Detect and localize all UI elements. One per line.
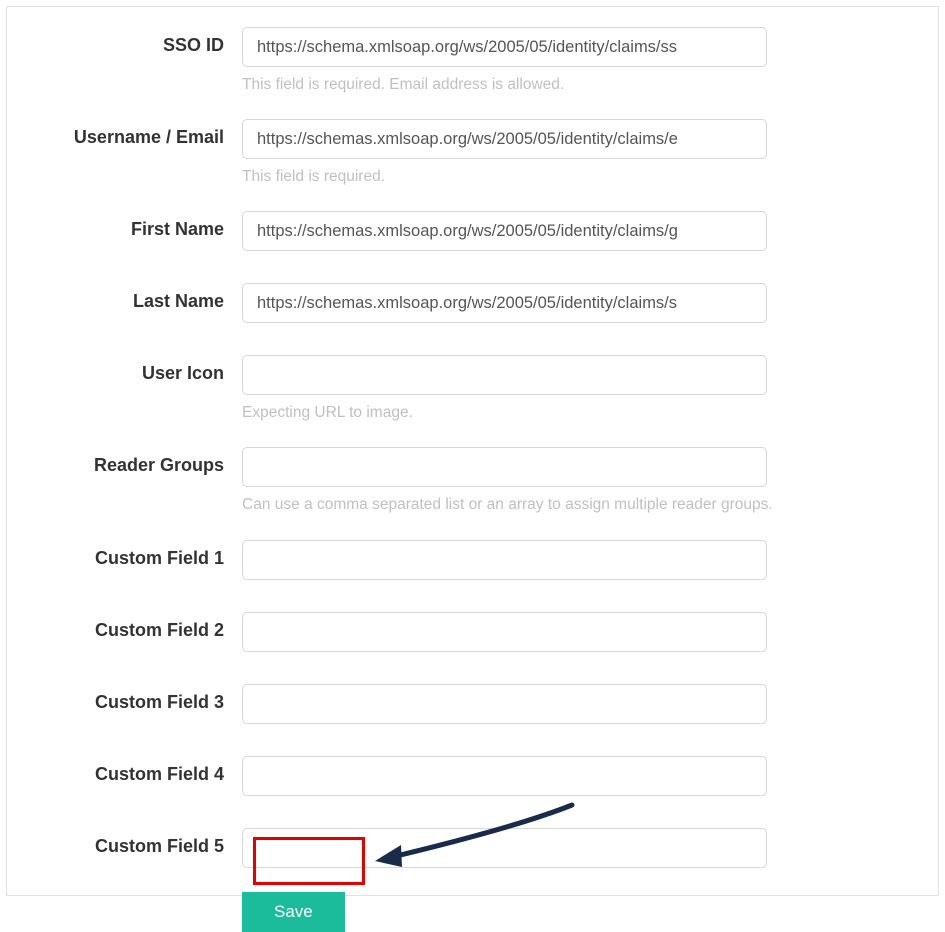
input-custom3[interactable] — [242, 684, 767, 724]
row-custom3: Custom Field 3 — [7, 684, 938, 724]
form-panel: SSO ID This field is required. Email add… — [6, 6, 939, 896]
label-custom3: Custom Field 3 — [7, 684, 242, 713]
row-first-name: First Name — [7, 211, 938, 251]
input-reader-groups[interactable] — [242, 447, 767, 487]
input-username[interactable] — [242, 119, 767, 159]
input-user-icon[interactable] — [242, 355, 767, 395]
save-button[interactable]: Save — [242, 892, 345, 932]
input-custom4[interactable] — [242, 756, 767, 796]
row-reader-groups: Reader Groups Can use a comma separated … — [7, 447, 938, 515]
row-custom2: Custom Field 2 — [7, 612, 938, 652]
label-custom1: Custom Field 1 — [7, 540, 242, 569]
row-user-icon: User Icon Expecting URL to image. — [7, 355, 938, 423]
label-reader-groups: Reader Groups — [7, 447, 242, 476]
input-last-name[interactable] — [242, 283, 767, 323]
label-custom5: Custom Field 5 — [7, 828, 242, 857]
help-username: This field is required. — [242, 167, 782, 187]
label-last-name: Last Name — [7, 283, 242, 312]
row-custom4: Custom Field 4 — [7, 756, 938, 796]
label-custom2: Custom Field 2 — [7, 612, 242, 641]
row-last-name: Last Name — [7, 283, 938, 323]
label-first-name: First Name — [7, 211, 242, 240]
label-sso-id: SSO ID — [7, 27, 242, 56]
label-username: Username / Email — [7, 119, 242, 148]
input-first-name[interactable] — [242, 211, 767, 251]
label-user-icon: User Icon — [7, 355, 242, 384]
input-custom5[interactable] — [242, 828, 767, 868]
input-sso-id[interactable] — [242, 27, 767, 67]
input-custom1[interactable] — [242, 540, 767, 580]
row-actions: Save — [7, 892, 938, 932]
input-custom2[interactable] — [242, 612, 767, 652]
row-username: Username / Email This field is required. — [7, 119, 938, 187]
row-custom5: Custom Field 5 — [7, 828, 938, 868]
help-reader-groups: Can use a comma separated list or an arr… — [242, 495, 782, 515]
help-sso-id: This field is required. Email address is… — [242, 75, 782, 95]
row-sso-id: SSO ID This field is required. Email add… — [7, 27, 938, 95]
label-custom4: Custom Field 4 — [7, 756, 242, 785]
row-custom1: Custom Field 1 — [7, 540, 938, 580]
help-user-icon: Expecting URL to image. — [242, 403, 782, 423]
